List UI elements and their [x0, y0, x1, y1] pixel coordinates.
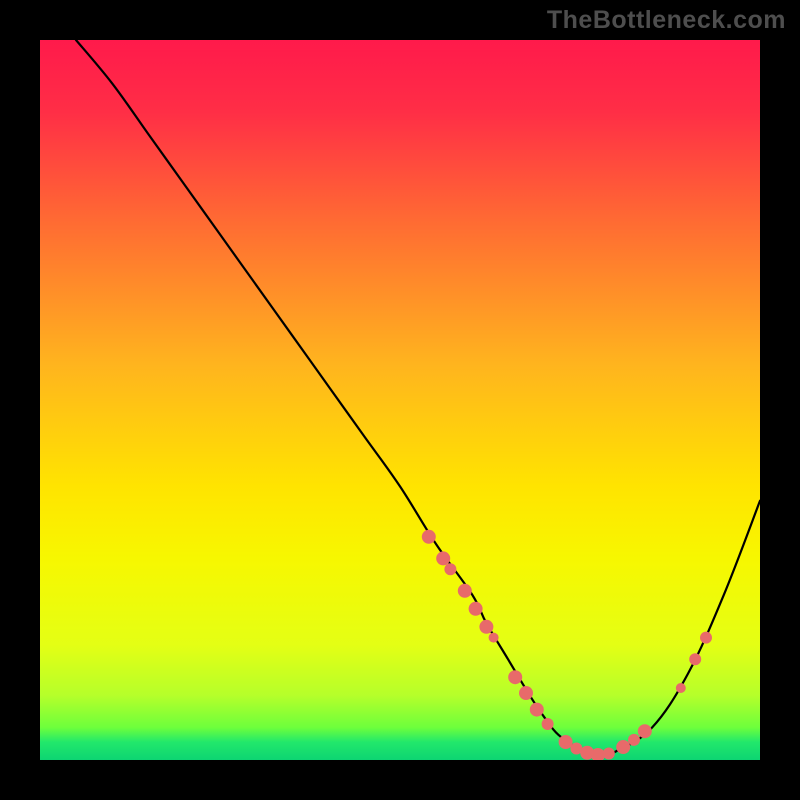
curve-marker: [616, 740, 630, 754]
gradient-background: [40, 40, 760, 760]
curve-marker: [469, 602, 483, 616]
curve-marker: [479, 620, 493, 634]
bottleneck-chart: [40, 40, 760, 760]
curve-marker: [700, 632, 712, 644]
curve-marker: [603, 748, 615, 760]
curve-marker: [458, 584, 472, 598]
curve-marker: [422, 530, 436, 544]
curve-marker: [489, 633, 499, 643]
curve-marker: [638, 724, 652, 738]
watermark-text: TheBottleneck.com: [547, 6, 786, 35]
curve-marker: [519, 686, 533, 700]
chart-frame: TheBottleneck.com: [0, 0, 800, 800]
curve-marker: [542, 718, 554, 730]
plot-area: [40, 40, 760, 760]
curve-marker: [508, 670, 522, 684]
curve-marker: [559, 735, 573, 749]
curve-marker: [436, 551, 450, 565]
curve-marker: [530, 703, 544, 717]
curve-marker: [628, 734, 640, 746]
curve-marker: [444, 563, 456, 575]
curve-marker: [689, 653, 701, 665]
curve-marker: [676, 683, 686, 693]
